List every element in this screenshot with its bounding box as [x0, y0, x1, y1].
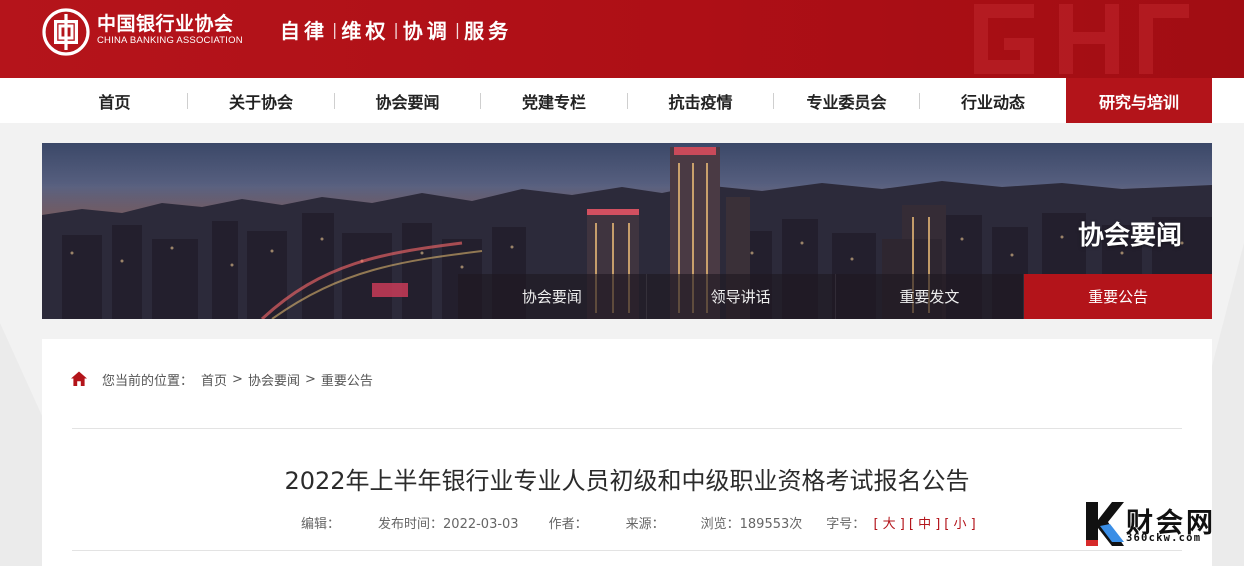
home-icon	[71, 371, 87, 386]
meta-views: 浏览：189553次	[701, 513, 803, 532]
subnav-item-documents[interactable]: 重要发文	[835, 274, 1025, 319]
divider	[72, 550, 1182, 551]
nav-item-home[interactable]: 首页	[42, 78, 187, 123]
fontsize-large-button[interactable]: [ 大 ]	[873, 517, 904, 532]
nav-item-party[interactable]: 党建专栏	[481, 78, 627, 123]
meta-views-label: 浏览：	[700, 516, 740, 532]
logo-chinese-name[interactable]: 中国银行业协会	[97, 9, 234, 36]
header-decoration	[974, 4, 1189, 74]
meta-publish-label: 发布时间：	[378, 516, 444, 532]
nav-item-about[interactable]: 关于协会	[188, 78, 334, 123]
subnav-item-speeches[interactable]: 领导讲话	[646, 274, 836, 319]
divider	[72, 428, 1182, 429]
breadcrumb-announcements-link[interactable]: 重要公告	[321, 370, 373, 389]
breadcrumb-separator: >	[304, 371, 316, 387]
subnav-item-announcements[interactable]: 重要公告	[1024, 274, 1212, 319]
site-header: 中国银行业协会 CHINA BANKING ASSOCIATION 自律 | 维…	[0, 0, 1244, 78]
meta-author: 作者：	[549, 513, 592, 532]
nav-item-epidemic[interactable]: 抗击疫情	[628, 78, 773, 123]
fontsize-small-button[interactable]: [ 小 ]	[944, 517, 975, 532]
nav-item-research[interactable]: 研究与培训	[1066, 78, 1212, 123]
slogan-word: 服务	[464, 18, 513, 43]
breadcrumb: 您当前的位置： 首页 > 协会要闻 > 重要公告	[70, 369, 373, 389]
association-logo-icon[interactable]	[42, 8, 90, 56]
slogan-separator: |	[454, 19, 461, 39]
meta-editor-label: 编辑：	[301, 516, 341, 532]
breadcrumb-separator: >	[232, 371, 243, 387]
meta-editor: 编辑：	[301, 513, 344, 532]
meta-author-label: 作者：	[548, 516, 588, 532]
slogan-separator: |	[393, 19, 399, 39]
main-nav: 首页 关于协会 协会要闻 党建专栏 抗击疫情 专业委员会 行业动态 研究与培训	[0, 78, 1244, 123]
slogan-word: 自律	[280, 18, 328, 43]
breadcrumb-prefix: 您当前的位置：	[102, 373, 194, 389]
breadcrumb-home-link[interactable]: 首页	[201, 370, 227, 389]
watermark-url: 360ckw.com	[1126, 532, 1202, 544]
article-meta: 编辑： 发布时间：2022-03-03 作者： 来源： 浏览：189553次 字…	[301, 513, 976, 532]
watermark: 财会网 360ckw.com	[1084, 500, 1234, 548]
slogan-word: 维权	[341, 18, 390, 43]
banner-section-title: 协会要闻	[1077, 221, 1182, 251]
meta-source-label: 来源：	[625, 516, 665, 532]
section-subnav: 协会要闻 领导讲话 重要发文 重要公告	[458, 274, 1212, 319]
logo-english-name[interactable]: CHINA BANKING ASSOCIATION	[97, 35, 243, 46]
slogan-word: 协调	[402, 18, 451, 43]
article-title: 2022年上半年银行业专业人员初级和中级职业资格考试报名公告	[284, 467, 970, 495]
section-banner: 协会要闻 协会要闻 领导讲话 重要发文 重要公告	[42, 143, 1212, 319]
meta-source: 来源：	[626, 513, 669, 532]
fontsize-medium-button[interactable]: [ 中 ]	[909, 517, 940, 532]
meta-views-value: 189553次	[739, 516, 803, 532]
nav-item-news[interactable]: 协会要闻	[335, 78, 480, 123]
article-card: 您当前的位置： 首页 > 协会要闻 > 重要公告 2022年上半年银行业专业人员…	[42, 339, 1212, 566]
nav-item-committees[interactable]: 专业委员会	[774, 78, 919, 123]
meta-fontsize-label: 字号：	[826, 516, 866, 532]
nav-item-industry[interactable]: 行业动态	[920, 78, 1066, 123]
slogan-separator: |	[332, 19, 338, 39]
meta-publish-date: 发布时间：2022-03-03	[378, 513, 519, 532]
meta-publish-value: 2022-03-03	[443, 516, 519, 532]
breadcrumb-news-link[interactable]: 协会要闻	[248, 370, 300, 389]
subnav-item-news[interactable]: 协会要闻	[458, 274, 647, 319]
meta-fontsize: 字号： [ 大 ] [ 中 ] [ 小 ]	[826, 513, 975, 532]
slogan: 自律 | 维权 | 协调 | 服务	[280, 14, 512, 44]
watermark-k-logo-icon	[1086, 502, 1124, 546]
